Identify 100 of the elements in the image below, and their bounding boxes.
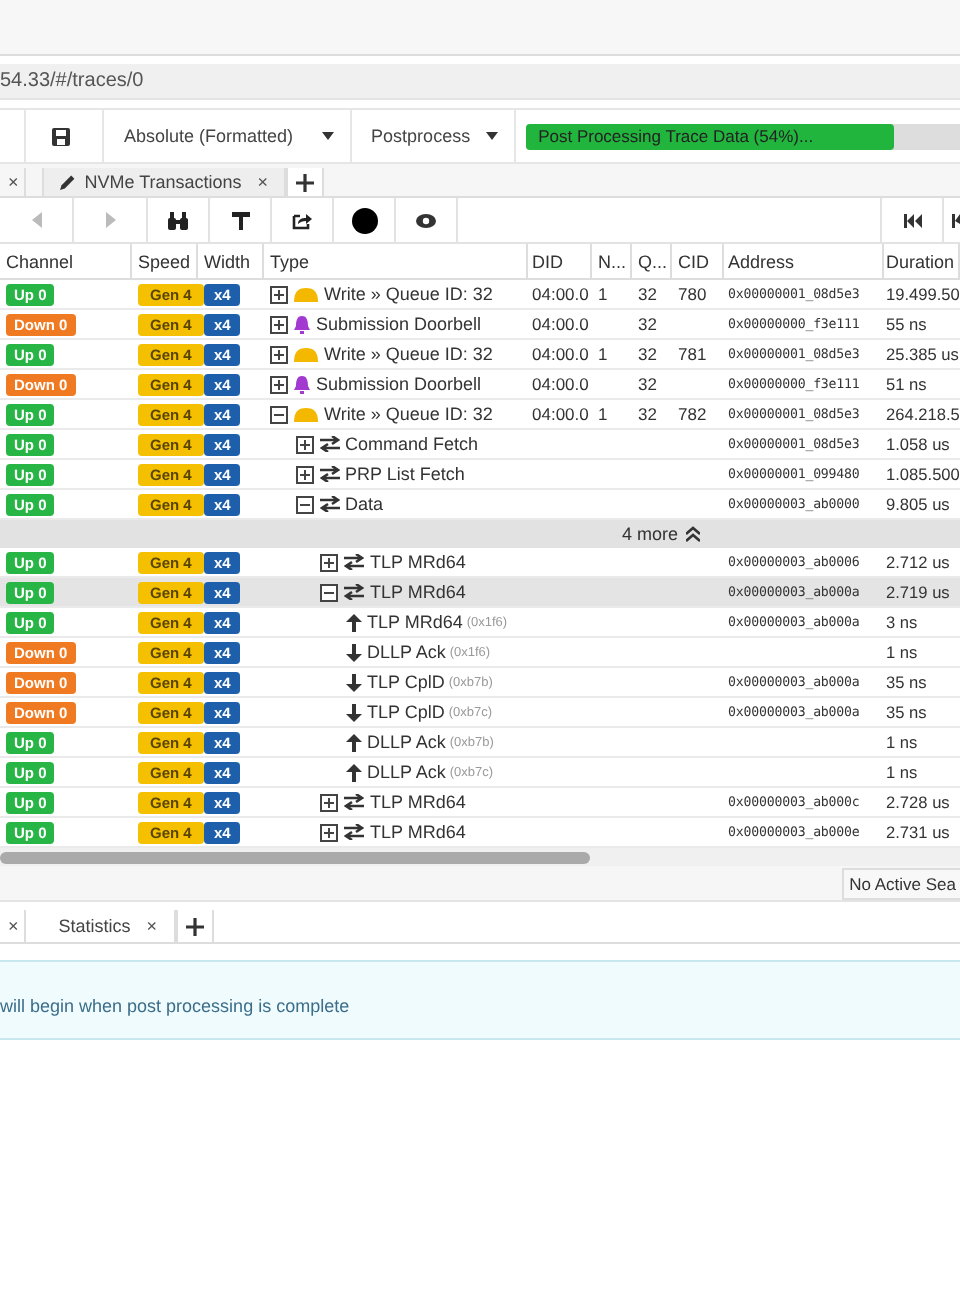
tab[interactable]: × (0, 168, 27, 196)
table-cell: 2.719 us (886, 582, 950, 602)
column-header[interactable]: DID (528, 244, 592, 278)
url-text[interactable]: 54.33/#/traces/0 (0, 70, 144, 92)
expand-icon[interactable] (295, 435, 313, 453)
close-icon[interactable]: × (8, 916, 19, 936)
column-header[interactable]: Speed (132, 244, 198, 278)
table-cell: 1 (598, 404, 608, 424)
type-text: PRP List Fetch (345, 464, 465, 484)
column-header[interactable]: Address (724, 244, 884, 278)
type-text: TLP MRd64 (370, 822, 466, 842)
table-cell: 32 (638, 314, 657, 334)
expand-icon[interactable] (295, 465, 313, 483)
transfer-icon (344, 824, 364, 840)
expand-icon[interactable] (320, 793, 338, 811)
table-cell: 32 (638, 404, 657, 424)
transfer-icon (319, 496, 339, 512)
close-icon[interactable]: × (8, 172, 19, 192)
column-header[interactable]: Channel (0, 244, 132, 278)
table-cell: 35 ns (886, 672, 927, 692)
type-text: TLP MRd64 (367, 612, 463, 632)
skip-to-start-icon[interactable] (952, 213, 960, 227)
table-cell: 04:00.0 (532, 404, 589, 424)
close-icon[interactable]: × (257, 172, 269, 192)
tab-label: Statistics (58, 916, 131, 936)
add-tab-button[interactable] (286, 168, 325, 196)
semicircle-icon (294, 347, 318, 361)
expand-icon[interactable] (320, 823, 338, 841)
column-header[interactable]: Width (198, 244, 264, 278)
pencil-icon (60, 174, 77, 190)
eye-icon[interactable] (416, 213, 436, 227)
filter-icon[interactable] (231, 211, 249, 229)
expand-icon[interactable] (270, 315, 288, 333)
collapse-icon[interactable] (270, 405, 288, 423)
table-cell: 2.712 us (886, 552, 950, 572)
caret-icon[interactable] (321, 132, 334, 140)
table-cell: 2.728 us (886, 792, 950, 812)
dropdown[interactable]: Postprocess (349, 110, 515, 162)
bell-icon (294, 375, 310, 393)
show-more-label[interactable]: 4 more (621, 524, 678, 544)
column-header[interactable]: N... (592, 244, 632, 278)
search-status: No Active Sea (841, 867, 960, 899)
type-text: Submission Doorbell (316, 314, 482, 334)
semicircle-icon (294, 407, 318, 421)
column-header[interactable]: Type (264, 244, 528, 278)
dropdown[interactable]: Absolute (Formatted) (102, 110, 350, 162)
column-header[interactable]: CID (672, 244, 724, 278)
type-text: Command Fetch (345, 434, 479, 454)
table-cell: 32 (638, 374, 657, 394)
type-text: Submission Doorbell (316, 374, 482, 394)
table-cell: 1 ns (886, 642, 918, 662)
transfer-icon (319, 436, 339, 452)
close-icon[interactable]: × (146, 916, 158, 936)
type-text: TLP MRd64 (370, 582, 466, 602)
collapse-icon[interactable] (320, 583, 338, 601)
table-cell: 2.731 us (886, 822, 950, 842)
expand-icon[interactable] (270, 285, 288, 303)
expand-icon[interactable] (270, 375, 288, 393)
table-cell: 55 ns (886, 314, 927, 334)
table-cell: 04:00.0 (532, 314, 589, 334)
scrollbar[interactable] (0, 851, 590, 863)
plus-icon[interactable] (296, 173, 315, 191)
type-text: DLLP Ack (367, 732, 446, 752)
double-up-chevron-icon[interactable] (686, 526, 700, 542)
export-icon[interactable] (292, 211, 312, 229)
caret-icon[interactable] (486, 132, 499, 140)
type-text: DLLP Ack (367, 762, 446, 782)
tab[interactable]: × (0, 910, 27, 942)
table-cell: 9.805 us (886, 494, 950, 514)
type-text: Write » Queue ID: 32 (324, 284, 493, 304)
show-more-bar[interactable]: 4 more (0, 520, 960, 548)
collapse-icon[interactable] (295, 495, 313, 513)
table-cell: 04:00.0 (532, 284, 589, 304)
save-icon[interactable] (52, 127, 70, 145)
progress-label: Post Processing Trace Data (54%)... (536, 126, 814, 146)
table-cell: 1.058 us (886, 434, 950, 454)
tab-label: NVMe Transactions (84, 172, 242, 192)
table-cell: 32 (638, 284, 657, 304)
table-cell: 1.085.500 (886, 464, 960, 484)
binoculars-icon[interactable] (168, 211, 188, 229)
info-message: will begin when post processing is complete (0, 993, 350, 1015)
skip-to-start-icon[interactable] (903, 213, 921, 227)
column-header[interactable]: Duration (884, 244, 960, 278)
up-arrow-icon (345, 613, 361, 631)
plus-icon[interactable] (185, 917, 204, 935)
type-text: TLP CplD (367, 702, 445, 722)
add-tab-button[interactable] (175, 910, 214, 942)
transfer-icon (344, 794, 364, 810)
table-cell: 19.499.50 (886, 284, 960, 304)
expand-icon[interactable] (270, 345, 288, 363)
table-cell: 1 (598, 344, 608, 364)
bell-icon (294, 315, 310, 333)
type-text: Data (345, 494, 384, 514)
tab[interactable]: NVMe Transactions × (42, 168, 287, 196)
type-text: TLP MRd64 (370, 552, 466, 572)
table-cell: 264.218.5 (886, 404, 960, 424)
column-header[interactable]: Q... (632, 244, 672, 278)
record-icon[interactable] (351, 207, 377, 233)
table-cell: 782 (678, 404, 707, 424)
expand-icon[interactable] (320, 553, 338, 571)
